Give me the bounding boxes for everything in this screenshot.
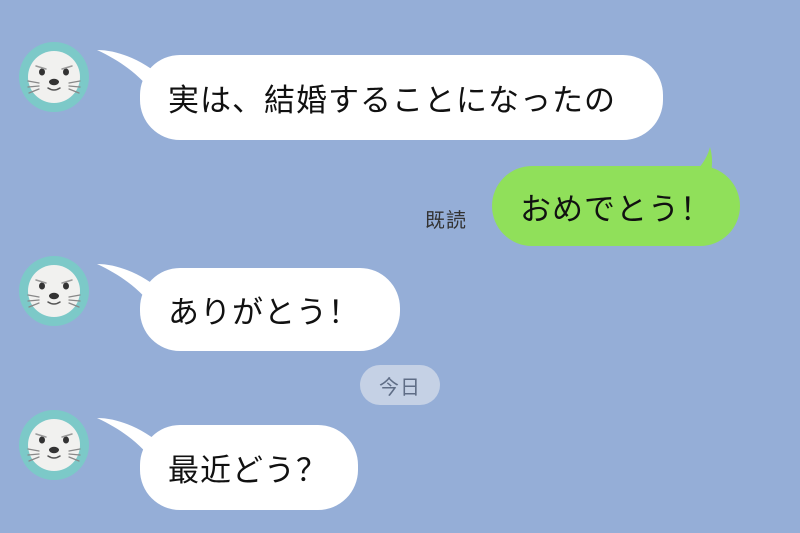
seal-avatar-icon[interactable] <box>19 42 89 112</box>
message-bubble-incoming[interactable]: 最近どう？ <box>140 425 358 510</box>
seal-avatar-icon[interactable] <box>19 256 89 326</box>
chat-window: 実は、結婚することになったの 既読 おめでとう！ ありがとう！ 今日 最近どう？ <box>0 0 800 533</box>
read-receipt: 既読 <box>425 208 467 232</box>
message-text: 実は、結婚することになったの <box>168 83 616 119</box>
message-bubble-incoming[interactable]: ありがとう！ <box>140 268 400 351</box>
message-bubble-outgoing[interactable]: おめでとう！ <box>492 166 740 246</box>
message-text: ありがとう！ <box>168 295 360 331</box>
message-text: おめでとう！ <box>520 191 712 228</box>
message-text: 最近どう？ <box>168 453 328 489</box>
date-separator: 今日 <box>360 365 440 405</box>
message-bubble-incoming[interactable]: 実は、結婚することになったの <box>140 55 663 140</box>
seal-avatar-icon[interactable] <box>19 410 89 480</box>
